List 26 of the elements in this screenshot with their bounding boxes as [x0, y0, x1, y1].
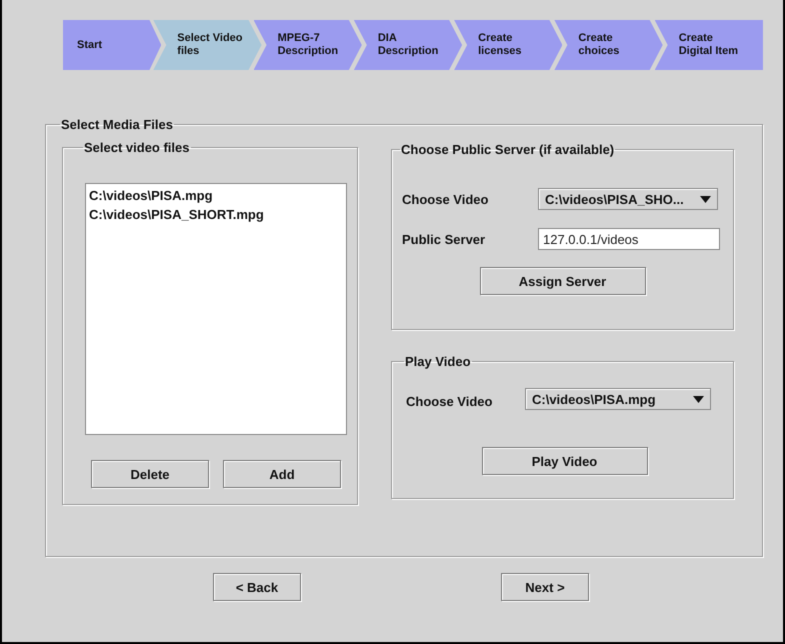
field-label: Choose Video — [402, 192, 490, 206]
assign-server-button[interactable]: Assign Server — [480, 267, 646, 295]
wizard-step[interactable]: Select Video files — [153, 20, 262, 70]
wizard-step[interactable]: MPEG-7 Description — [254, 20, 362, 70]
group-title: Select video files — [83, 140, 190, 155]
add-button[interactable]: Add — [223, 460, 341, 488]
wizard-step[interactable]: Create licenses — [454, 20, 562, 70]
video-dropdown[interactable]: C:\videos\PISA.mpg — [525, 388, 711, 410]
dropdown-arrow-icon — [700, 196, 711, 202]
group-title: Play Video — [404, 354, 472, 369]
group-title: Choose Public Server (if available) — [400, 142, 616, 157]
play-video-button[interactable]: Play Video — [482, 447, 648, 475]
dropdown-arrow-icon — [693, 396, 704, 402]
back-button[interactable]: < Back — [213, 573, 301, 601]
group-title: Select Media Files — [60, 117, 174, 132]
next-button[interactable]: Next > — [501, 573, 589, 601]
field-label: Public Server — [402, 232, 486, 246]
server-field[interactable]: 127.0.0.1/videos — [538, 228, 720, 250]
wizard-step[interactable]: DIA Description — [354, 20, 462, 70]
wizard-step[interactable]: Create choices — [554, 20, 663, 70]
wizard-step[interactable]: Create Digital Item — [654, 20, 763, 70]
video-dropdown[interactable]: C:\videos\PISA_SHO... — [538, 188, 718, 210]
file-list[interactable]: C:\videos\PISA.mpg C:\videos\PISA_SHORT.mpg — [85, 183, 347, 435]
field-label: Choose Video — [406, 392, 494, 408]
wizard-step[interactable]: Start — [63, 20, 162, 70]
delete-button[interactable]: Delete — [91, 460, 209, 488]
